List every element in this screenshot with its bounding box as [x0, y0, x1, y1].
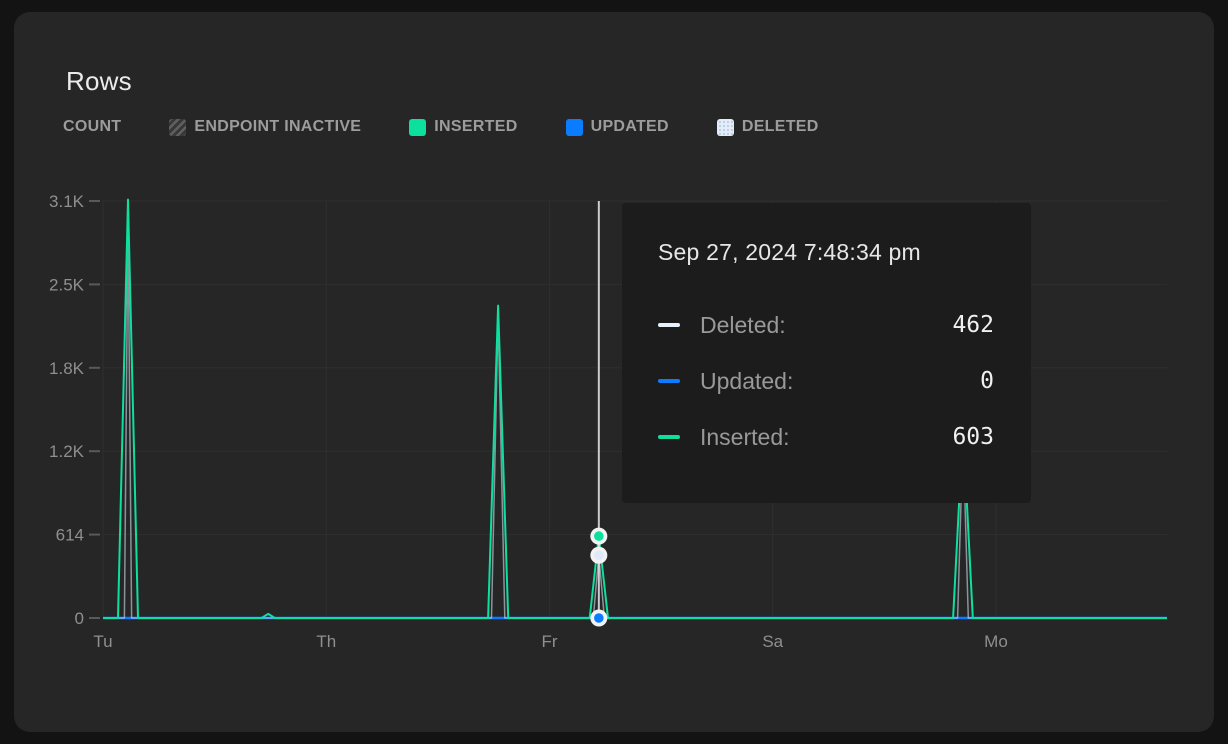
hover-marker-dot-updated [594, 613, 604, 623]
inserted-dash-icon [658, 435, 680, 439]
x-tick-label: Tu [93, 632, 112, 651]
y-tick-label: 1.2K [49, 442, 85, 461]
deleted-dash-icon [658, 323, 680, 327]
time-series-chart-canvas[interactable]: 3.1K 2.5K 1.8K 1.2K 614 0 Tu Th Fr Sa Mo [0, 0, 1228, 744]
y-tick-label: 0 [75, 609, 84, 628]
y-tick-label: 1.8K [49, 359, 85, 378]
tooltip-row-inserted: Inserted: 603 [658, 423, 994, 451]
hover-marker-dot-inserted [594, 531, 604, 541]
tooltip-row-deleted: Deleted: 462 [658, 311, 994, 339]
chart-tooltip: Sep 27, 2024 7:48:34 pm Deleted: 462 Upd… [622, 203, 1031, 503]
x-tick-label: Sa [762, 632, 783, 651]
tooltip-inserted-value: 603 [952, 424, 994, 450]
rows-chart-panel: Rows COUNT ENDPOINT INACTIVE INSERTED UP… [0, 0, 1228, 744]
x-tick-label: Mo [984, 632, 1008, 651]
tooltip-updated-label: Updated: [700, 368, 793, 395]
tooltip-updated-value: 0 [980, 368, 994, 394]
tooltip-deleted-label: Deleted: [700, 312, 786, 339]
tooltip-deleted-value: 462 [952, 312, 994, 338]
updated-dash-icon [658, 379, 680, 383]
y-tick-label: 614 [56, 526, 84, 545]
tooltip-inserted-label: Inserted: [700, 424, 790, 451]
x-tick-label: Fr [541, 632, 557, 651]
tooltip-row-updated: Updated: 0 [658, 367, 994, 395]
x-tick-label: Th [316, 632, 336, 651]
tooltip-timestamp: Sep 27, 2024 7:48:34 pm [658, 239, 921, 266]
y-tick-label: 3.1K [49, 192, 85, 211]
y-tick-label: 2.5K [49, 275, 85, 294]
hover-marker-dot-deleted [594, 550, 604, 560]
